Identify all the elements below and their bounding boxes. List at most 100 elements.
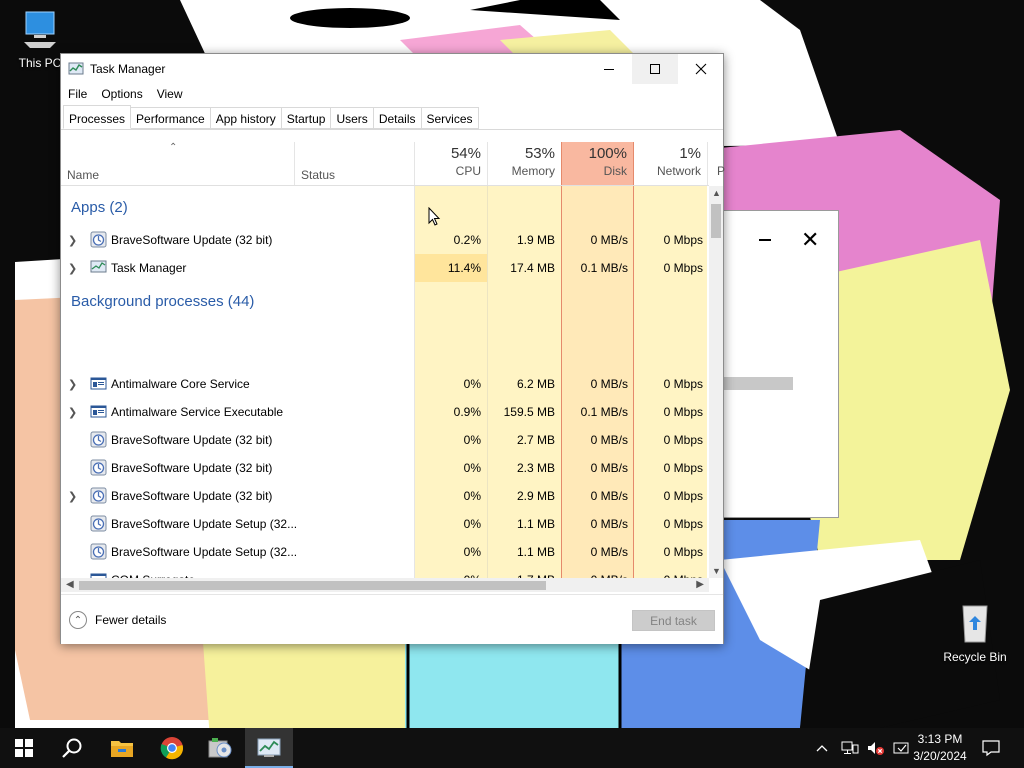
process-row[interactable]: ❯ Antimalware Core Service 0% 6.2 MB 0 MB/s 0… [61,370,709,398]
memory-label: Memory [511,164,555,178]
process-disk: 0 MB/s [590,489,628,503]
taskbar-file-explorer[interactable] [98,728,146,768]
notifications-button[interactable] [982,728,1000,768]
column-power[interactable]: P [709,142,725,186]
expand-chevron-icon[interactable]: ❯ [68,234,77,247]
process-memory: 2.7 MB [516,433,555,447]
background-dialog-close-button[interactable]: ✕ [801,229,819,251]
expand-chevron-icon[interactable]: ❯ [68,406,77,419]
tab-services[interactable]: Services [421,107,479,129]
process-row[interactable]: ❯ BraveSoftware Update (32 bit) 0.2% 1.9 MB… [61,226,709,254]
volume-muted-icon[interactable] [867,740,885,756]
process-cpu: 11.4% [415,254,487,282]
fewer-details-button[interactable]: ⌃ Fewer details [69,611,166,629]
close-button[interactable] [678,54,724,84]
process-name: Antimalware Core Service [111,377,250,391]
service-window-icon [90,573,107,578]
column-cpu[interactable]: 54% CPU [415,142,487,186]
column-disk[interactable]: 100% Disk [561,142,634,186]
expand-chevron-icon[interactable]: ❯ [68,378,77,391]
process-row[interactable]: BraveSoftware Update Setup (32... 0% 1.1 M… [61,538,709,566]
scroll-right-icon[interactable]: ▶ [696,579,704,590]
process-row[interactable]: BraveSoftware Update (32 bit) 0% 2.3 MB 0 M… [61,454,709,482]
taskbar-installer[interactable] [196,728,244,768]
process-cpu: 0% [463,433,481,447]
tab-users[interactable]: Users [331,107,374,129]
notification-icon [982,740,1000,757]
expand-chevron-icon[interactable]: ❯ [68,262,77,275]
background-dialog: ✕ [722,210,839,518]
taskbar-chrome[interactable] [148,728,196,768]
network-percent: 1% [679,145,701,162]
vertical-scrollbar[interactable]: ▲ ▼ [709,186,723,578]
clock-date: 3/20/2024 [913,749,967,763]
horizontal-scrollbar[interactable]: ◀ ▶ [61,578,709,592]
process-name: BraveSoftware Update (32 bit) [111,233,273,247]
process-network: 0 Mbps [663,233,703,247]
installer-icon [208,738,232,758]
process-disk: 0 MB/s [590,433,628,447]
process-list: Apps (2) ❯ BraveSoftware Update (32 bit) 0… [61,186,709,578]
mouse-cursor-icon [428,207,441,226]
expand-chevron-icon[interactable]: ❯ [68,490,77,503]
process-cpu: 0.9% [453,405,481,419]
menu-options[interactable]: Options [94,85,149,105]
taskbar-task-manager[interactable] [245,728,293,768]
tab-app-history[interactable]: App history [210,107,282,129]
tab-performance[interactable]: Performance [131,107,211,129]
disk-label: Disk [603,164,627,178]
start-button[interactable] [0,728,48,768]
process-row[interactable]: ❯ Task Manager 11.4% 17.4 MB 0.1 MB/s 0 Mbps [61,254,709,282]
scroll-down-icon[interactable]: ▼ [712,566,721,576]
search-button[interactable] [48,728,96,768]
minimize-button[interactable] [586,54,632,84]
group-background-processes[interactable]: Background processes (44) [71,293,254,310]
process-cpu: 0.2% [453,233,481,247]
menu-file[interactable]: File [61,85,94,105]
process-row[interactable]: BraveSoftware Update (32 bit) 0% 2.7 MB 0 M… [61,426,709,454]
title-bar[interactable]: Task Manager [61,54,723,84]
column-network[interactable]: 1% Network [634,142,707,186]
process-disk: 0 MB/s [590,517,628,531]
process-row[interactable]: COM Surrogate0%1.7 MB0 MB/s0 Mbps [61,566,709,578]
process-network: 0 Mbps [663,433,703,447]
process-cpu: 0% [463,517,481,531]
end-task-button[interactable]: End task [632,610,715,631]
process-memory: 1.1 MB [516,517,555,531]
clock[interactable]: 3:13 PM 3/20/2024 [906,731,974,765]
chevron-up-icon[interactable] [815,741,829,755]
close-icon [695,63,707,75]
background-dialog-minimize-button[interactable] [759,239,771,241]
column-name[interactable]: Name [67,168,99,182]
maximize-button[interactable] [632,54,678,84]
network-icon[interactable] [841,740,859,756]
tab-processes[interactable]: Processes [63,105,132,129]
vertical-scroll-thumb[interactable] [711,204,721,238]
horizontal-scroll-thumb[interactable] [79,581,546,590]
process-name: BraveSoftware Update Setup (32... [111,517,298,531]
process-row[interactable]: ❯ BraveSoftware Update (32 bit) 0% 2.9 MB 0 … [61,482,709,510]
brave-update-icon [90,459,107,476]
network-label: Network [656,164,701,178]
column-header: ⌃ Name Status 54% CPU 53% Memory 100% Di… [61,142,725,186]
column-memory[interactable]: 53% Memory [488,142,561,186]
cpu-percent: 54% [450,145,481,162]
desktop-icon-recycle-bin[interactable]: Recycle Bin [937,600,1013,664]
tab-details[interactable]: Details [373,107,422,129]
file-explorer-icon [111,741,133,757]
process-row[interactable]: ❯ Antimalware Service Executable 0.9% 159.5… [61,398,709,426]
group-apps[interactable]: Apps (2) [71,199,128,216]
process-row[interactable]: BraveSoftware Update Setup (32... 0% 1.1 M… [61,510,709,538]
task-manager-icon [68,62,84,75]
brave-update-icon [90,515,107,532]
tab-startup[interactable]: Startup [281,107,332,129]
column-status[interactable]: Status [301,168,335,182]
process-cpu: 0% [463,377,481,391]
process-network: 0 Mbps [663,545,703,559]
scroll-up-icon[interactable]: ▲ [712,188,721,198]
menu-view[interactable]: View [150,85,190,105]
process-name: BraveSoftware Update (32 bit) [111,461,273,475]
start-icon [15,739,33,757]
task-manager-icon [257,738,281,757]
scroll-left-icon[interactable]: ◀ [66,579,74,590]
